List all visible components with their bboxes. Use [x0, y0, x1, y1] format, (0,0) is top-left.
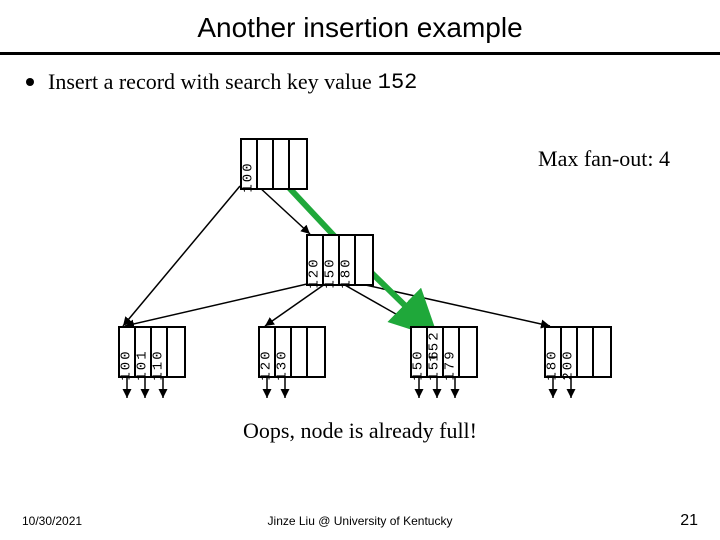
oops-message: Oops, node is already full!	[0, 418, 720, 444]
leaf-key: 200	[561, 349, 577, 380]
insert-key-overlay: 152	[427, 330, 443, 361]
leaf-cell: 101	[136, 328, 152, 376]
leaf-cell: 200	[562, 328, 578, 376]
footer: 10/30/2021 Jinze Liu @ University of Ken…	[0, 512, 720, 530]
leaf-key: 100	[119, 349, 135, 380]
leaf-node-3: 180 200	[544, 326, 612, 378]
internal-cell-3	[356, 236, 372, 284]
internal-key-2: 180	[339, 257, 355, 288]
leaf-cell	[292, 328, 308, 376]
internal-node: 120 150 180	[306, 234, 374, 286]
leaf-cell: 130	[276, 328, 292, 376]
root-key-0: 100	[241, 161, 257, 192]
tree-diagram: 100 120 150 180 100 101 110 120 130 150 …	[0, 130, 720, 430]
leaf-node-2: 150 156 179	[410, 326, 478, 378]
footer-credit: Jinze Liu @ University of Kentucky	[0, 514, 720, 528]
leaf-cell: 100	[120, 328, 136, 376]
leaf-key: 179	[443, 349, 459, 380]
root-node: 100	[240, 138, 308, 190]
internal-cell-1: 150	[324, 236, 340, 284]
leaf-cell	[460, 328, 476, 376]
leaf-key: 101	[135, 349, 151, 380]
leaf-key: 150	[411, 349, 427, 380]
internal-cell-2: 180	[340, 236, 356, 284]
title-divider	[0, 52, 720, 55]
leaf-node-1: 120 130	[258, 326, 326, 378]
page-title: Another insertion example	[0, 0, 720, 52]
bullet-text: Insert a record with search key value	[48, 69, 372, 95]
leaf-cell	[308, 328, 324, 376]
leaf-cell	[594, 328, 610, 376]
internal-key-0: 120	[307, 257, 323, 288]
internal-key-1: 150	[323, 257, 339, 288]
bullet-dot-icon	[26, 78, 34, 86]
leaf-key: 130	[275, 349, 291, 380]
leaf-cell: 150	[412, 328, 428, 376]
internal-cell-0: 120	[308, 236, 324, 284]
leaf-cell: 120	[260, 328, 276, 376]
root-cell-2	[274, 140, 290, 188]
leaf-key: 180	[545, 349, 561, 380]
leaf-node-0: 100 101 110	[118, 326, 186, 378]
root-cell-3	[290, 140, 306, 188]
leaf-key: 110	[151, 349, 167, 380]
bullet-key: 152	[378, 70, 418, 95]
root-cell-0: 100	[242, 140, 258, 188]
bullet-insert: Insert a record with search key value 15…	[0, 69, 720, 95]
leaf-cell	[168, 328, 184, 376]
leaf-cell: 179	[444, 328, 460, 376]
leaf-cell: 110	[152, 328, 168, 376]
root-cell-1	[258, 140, 274, 188]
leaf-key: 120	[259, 349, 275, 380]
leaf-cell: 180	[546, 328, 562, 376]
leaf-cell	[578, 328, 594, 376]
